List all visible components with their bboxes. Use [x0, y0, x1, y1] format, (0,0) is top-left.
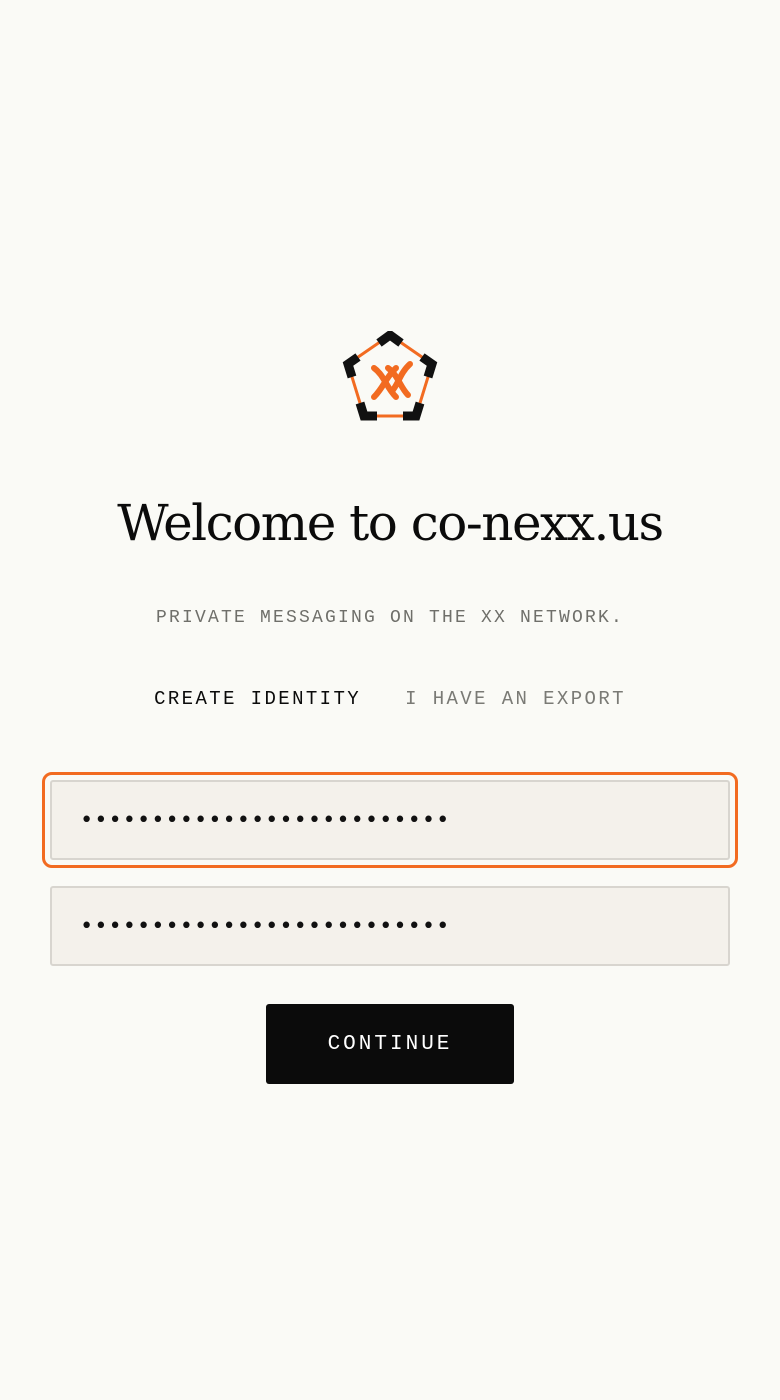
app-logo: [342, 329, 438, 423]
tab-create-identity[interactable]: CREATE IDENTITY: [154, 686, 361, 712]
page-tagline: PRIVATE MESSAGING ON THE XX NETWORK.: [155, 608, 625, 628]
tab-import-export[interactable]: I HAVE AN EXPORT: [405, 686, 626, 712]
page-title: Welcome to co-nexx.us: [117, 494, 664, 552]
continue-button[interactable]: CONTINUE: [266, 1004, 514, 1084]
password-field-wrapper: [42, 772, 738, 868]
confirm-password-field[interactable]: [50, 886, 730, 966]
identity-tabs: CREATE IDENTITY I HAVE AN EXPORT: [0, 686, 780, 712]
pentagon-xx-logo-icon: [342, 329, 438, 421]
password-field[interactable]: [50, 780, 730, 860]
confirm-password-field-wrapper: [50, 886, 730, 966]
